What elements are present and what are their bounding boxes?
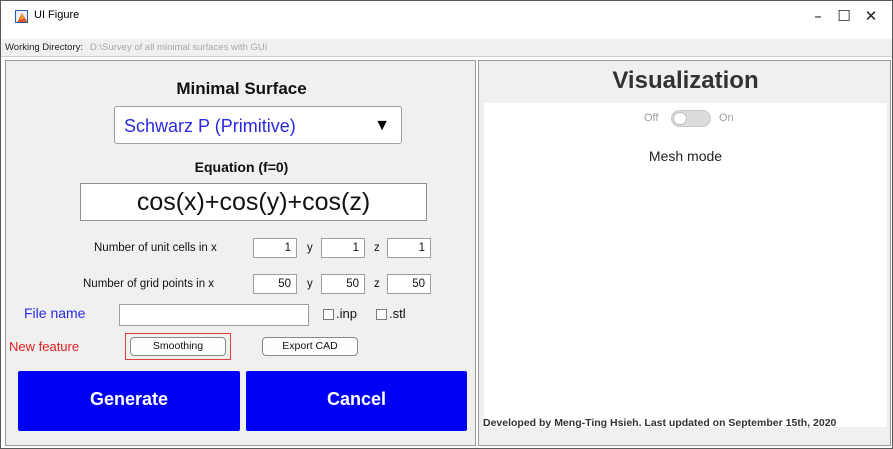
working-directory-value: D:\Survey of all minimal surfaces with G… — [90, 42, 268, 53]
export-cad-button[interactable]: Export CAD — [262, 337, 358, 356]
switch-knob — [673, 112, 687, 125]
developer-credit: Developed by Meng-Ting Hsieh. Last updat… — [483, 417, 837, 429]
cancel-button[interactable]: Cancel — [246, 371, 467, 431]
close-button[interactable]: ✕ — [851, 4, 891, 28]
stl-checkbox[interactable] — [376, 309, 387, 320]
grid-points-z-label: z — [374, 278, 380, 290]
generate-button[interactable]: Generate — [18, 371, 240, 431]
title-bar[interactable]: UI Figure – ☐ ✕ — [1, 1, 892, 31]
unit-cells-z-label: z — [374, 242, 380, 254]
new-feature-label: New feature — [9, 339, 80, 354]
stl-checkbox-label: .stl — [389, 306, 406, 321]
equation-field[interactable]: cos(x)+cos(y)+cos(z) — [80, 183, 427, 221]
inp-checkbox[interactable] — [323, 309, 334, 320]
grid-points-y-label: y — [307, 278, 313, 290]
working-directory-label: Working Directory: — [5, 42, 83, 53]
unit-cells-y-field[interactable]: 1 — [321, 238, 365, 258]
matlab-figure-icon — [15, 10, 28, 23]
minimal-surface-heading: Minimal Surface — [176, 79, 307, 98]
grid-points-y-field[interactable]: 50 — [321, 274, 365, 294]
switch-on-label: On — [719, 112, 734, 124]
switch-off-label: Off — [644, 112, 659, 124]
unit-cells-x-field[interactable]: 1 — [253, 238, 297, 258]
visualization-panel: Visualization Off On Mesh mode Developed… — [478, 60, 891, 446]
window-title: UI Figure — [34, 9, 80, 21]
unit-cells-label: Number of unit cells in x — [94, 242, 217, 254]
app-window: UI Figure – ☐ ✕ Working Directory: D:\Su… — [0, 0, 893, 449]
unit-cells-y-label: y — [307, 242, 313, 254]
equation-heading: Equation (f=0) — [194, 159, 289, 175]
visualization-heading: Visualization — [612, 67, 759, 94]
unit-cells-z-field[interactable]: 1 — [387, 238, 431, 258]
surface-type-dropdown[interactable]: Schwarz P (Primitive) ▼ — [114, 106, 402, 144]
grid-points-x-field[interactable]: 50 — [253, 274, 297, 294]
inp-checkbox-label: .inp — [336, 306, 357, 321]
working-directory-bar: Working Directory: D:\Survey of all mini… — [1, 39, 892, 57]
dropdown-arrow-icon: ▼ — [374, 117, 390, 134]
grid-points-label: Number of grid points in x — [83, 278, 215, 290]
grid-points-z-field[interactable]: 50 — [387, 274, 431, 294]
surface-type-value: Schwarz P (Primitive) — [124, 116, 296, 136]
file-name-label: File name — [24, 305, 86, 321]
mesh-mode-label: Mesh mode — [648, 148, 723, 164]
equation-text: cos(x)+cos(y)+cos(z) — [136, 188, 371, 216]
mesh-mode-switch[interactable] — [671, 110, 711, 127]
visualization-canvas[interactable]: Off On Mesh mode — [484, 103, 887, 427]
smoothing-button[interactable]: Smoothing — [130, 337, 226, 356]
minimal-surface-panel: Minimal Surface Schwarz P (Primitive) ▼ … — [5, 60, 476, 446]
file-name-input[interactable] — [119, 304, 309, 326]
